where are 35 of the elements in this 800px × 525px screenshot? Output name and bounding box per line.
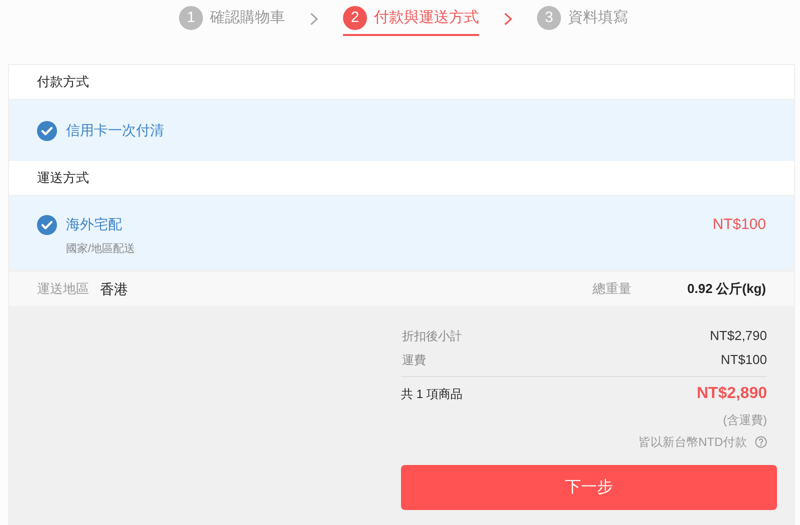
next-button[interactable]: 下一步	[401, 465, 777, 510]
weight-label: 總重量	[592, 280, 632, 298]
step-label: 確認購物車	[210, 8, 285, 28]
summary-value: NT$100	[720, 351, 767, 370]
chevron-icon	[309, 12, 319, 26]
step-number: 1	[179, 6, 203, 30]
total-note: (含運費)	[723, 412, 767, 429]
weight-value: 0.92 公斤(kg)	[687, 280, 766, 298]
option-label: 信用卡一次付清	[66, 121, 164, 140]
option-note: 國家/地區配送	[66, 242, 136, 257]
step-tab[interactable]: 2 付款與運送方式	[343, 6, 479, 36]
step-label: 付款與運送方式	[374, 8, 479, 28]
option-row[interactable]: 信用卡一次付清	[9, 100, 794, 161]
region-value: 香港	[100, 280, 128, 298]
currency-note: 皆以新台幣NTD付款	[638, 434, 747, 451]
option-label: 海外宅配	[66, 215, 122, 234]
step-tab[interactable]: 1 確認購物車	[179, 6, 285, 36]
step-label: 資料填寫	[568, 8, 628, 28]
option-row[interactable]: 海外宅配 國家/地區配送 NT$100	[9, 196, 794, 269]
help-icon[interactable]	[755, 436, 767, 448]
item-count: 共 1 項商品	[401, 386, 462, 403]
step-number: 2	[343, 6, 367, 30]
region-label: 運送地區	[37, 280, 89, 298]
option-price: NT$100	[712, 215, 766, 235]
step-number: 3	[537, 6, 561, 30]
section-heading: 運送方式	[37, 169, 89, 188]
step-tab[interactable]: 3 資料填寫	[537, 6, 628, 36]
section-heading: 付款方式	[37, 73, 89, 92]
summary-label: 運費	[402, 352, 426, 369]
checked-circle-icon[interactable]	[37, 120, 57, 140]
chevron-icon	[503, 12, 513, 26]
checked-circle-icon[interactable]	[37, 214, 57, 234]
summary-value: NT$2,790	[710, 327, 767, 346]
total-price: NT$2,890	[696, 384, 767, 404]
summary-label: 折扣後小計	[402, 328, 462, 345]
